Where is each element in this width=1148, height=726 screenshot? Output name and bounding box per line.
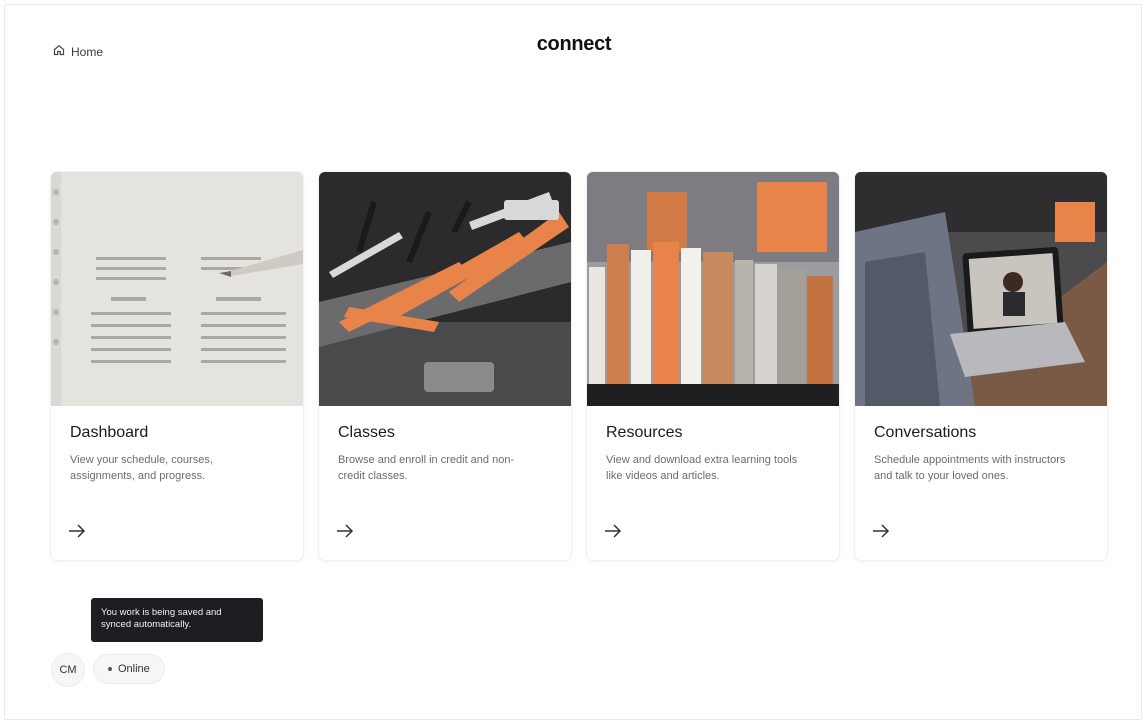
books-photo: [587, 172, 839, 406]
status-label: Online: [118, 663, 150, 675]
card-resources[interactable]: Resources View and download extra learni…: [587, 172, 839, 560]
arrow-right-icon[interactable]: [68, 524, 86, 538]
arrow-right-icon[interactable]: [872, 524, 890, 538]
app-logo: connect: [536, 33, 612, 55]
video-call-photo: [855, 172, 1107, 406]
card-description: View your schedule, courses, assignments…: [70, 454, 213, 482]
status-dot-icon: [108, 667, 112, 671]
status-badge[interactable]: Online: [94, 655, 164, 683]
card-title: Conversations: [874, 424, 977, 441]
arrow-right-icon[interactable]: [336, 524, 354, 538]
card-dashboard[interactable]: Dashboard View your schedule, courses, a…: [51, 172, 303, 560]
card-title: Dashboard: [70, 424, 149, 441]
card-description: View and download extra learning tools l…: [606, 454, 798, 482]
pencil-tray-photo: [319, 172, 571, 406]
autosave-tooltip: You work is being saved and synced autom…: [91, 598, 263, 642]
card-description: Browse and enroll in credit and non-cred…: [338, 454, 515, 482]
calendar-photo: [51, 172, 303, 406]
card-title: Classes: [338, 424, 395, 441]
arrow-right-icon[interactable]: [604, 524, 622, 538]
avatar[interactable]: CM: [52, 654, 84, 686]
card-classes[interactable]: Classes Browse and enroll in credit and …: [319, 172, 571, 560]
card-conversations[interactable]: Conversations Schedule appointments with…: [855, 172, 1107, 560]
card-title: Resources: [606, 424, 683, 441]
card-grid: Dashboard View your schedule, courses, a…: [51, 172, 1107, 560]
card-description: Schedule appointments with instructors a…: [874, 454, 1066, 482]
